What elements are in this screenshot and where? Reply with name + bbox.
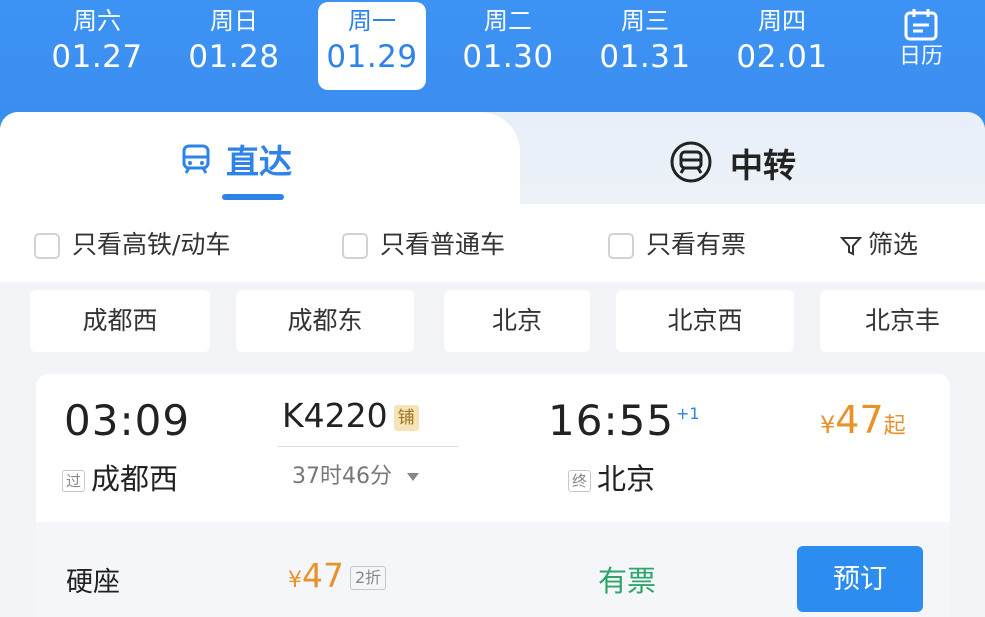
arrive-time: 16:55 [548, 396, 675, 445]
seat-row: 硬座 ¥47 2折 有票 预订 [36, 522, 950, 617]
book-button[interactable]: 预订 [797, 546, 923, 612]
date-value: 01.31 [599, 39, 691, 75]
results-panel: 直达 中转 只看高铁/动车 只看普通车 只看有票 筛选 成都西 成都东 北京 北… [0, 112, 985, 617]
date-value: 02.01 [736, 39, 828, 75]
train-number: K4220 铺 [282, 396, 419, 435]
date-weekday: 周二 [484, 7, 532, 35]
date-value: 01.30 [462, 39, 554, 75]
date-value: 01.27 [51, 39, 143, 75]
date-weekday: 周四 [758, 7, 806, 35]
checkbox-box [608, 233, 634, 259]
tab-direct-label: 直达 [226, 142, 292, 181]
tab-transfer[interactable]: 中转 [666, 140, 796, 195]
date-value: 01.29 [326, 39, 418, 75]
checkbox-box [342, 233, 368, 259]
next-day-marker: +1 [676, 404, 700, 423]
seat-type: 硬座 [66, 567, 120, 598]
station-chips: 成都西 成都东 北京 北京西 北京丰 [0, 282, 985, 372]
station-chip[interactable]: 成都西 [30, 290, 210, 352]
currency-symbol: ¥ [288, 568, 302, 593]
calendar-button[interactable]: 日历 [876, 8, 966, 72]
depart-station: 过成都西 [62, 456, 178, 498]
normal-train-checkbox[interactable]: 只看普通车 [342, 228, 505, 262]
currency-symbol: ¥ [820, 411, 836, 439]
calendar-label: 日历 [898, 44, 943, 69]
station-chip[interactable]: 北京西 [616, 290, 794, 352]
station-chip[interactable]: 北京 [444, 290, 590, 352]
duration-line [278, 446, 458, 447]
duration-toggle[interactable]: 37时46分 [292, 458, 421, 490]
price-value: 47 [835, 398, 884, 442]
date-value: 01.28 [188, 39, 280, 75]
date-weekday: 周三 [621, 7, 669, 35]
sleeper-badge: 铺 [393, 404, 419, 431]
date-bar: 周六 01.27 周日 01.28 周一 01.29 周二 01.30 周三 0… [0, 0, 985, 118]
date-item[interactable]: 周六 01.27 [42, 6, 152, 78]
arrive-station: 终北京 [568, 456, 655, 498]
date-item-selected[interactable]: 周一 01.29 [318, 2, 426, 90]
date-weekday: 周六 [73, 7, 121, 35]
availability-status: 有票 [598, 564, 657, 598]
calendar-icon [904, 9, 938, 41]
terminal-badge: 终 [568, 470, 592, 492]
arrive-station-name: 北京 [597, 462, 656, 496]
date-item[interactable]: 周日 01.28 [179, 6, 289, 78]
seat-price-value: 47 [302, 556, 344, 595]
date-item[interactable]: 周三 01.31 [590, 6, 700, 78]
depart-station-name: 成都西 [91, 462, 179, 496]
available-checkbox[interactable]: 只看有票 [608, 228, 746, 262]
filter-bar: 只看高铁/动车 只看普通车 只看有票 筛选 [0, 204, 985, 282]
duration-text: 37时46分 [292, 464, 392, 489]
train-card[interactable]: 03:09 过成都西 K4220 铺 37时46分 16:55 +1 终北京 ¥4… [36, 374, 950, 617]
station-chip[interactable]: 北京丰 [820, 290, 985, 352]
train-number-text: K4220 [282, 396, 388, 435]
filter-button[interactable]: 筛选 [839, 228, 919, 262]
tab-transfer-label: 中转 [730, 146, 796, 185]
station-chip[interactable]: 成都东 [236, 290, 414, 352]
high-speed-checkbox[interactable]: 只看高铁/动车 [34, 228, 230, 262]
tab-direct[interactable]: 直达 [180, 140, 292, 186]
tab-active-indicator [222, 194, 284, 200]
seat-price: ¥47 2折 [288, 556, 387, 595]
transfer-train-icon [666, 140, 716, 195]
caret-down-icon [407, 473, 419, 481]
funnel-icon [839, 237, 863, 256]
discount-badge: 2折 [350, 565, 387, 590]
checkbox-box [34, 233, 60, 259]
date-weekday: 周一 [348, 7, 396, 35]
checkbox-label: 只看高铁/动车 [72, 230, 231, 259]
route-tabs: 直达 中转 [0, 112, 985, 204]
train-icon [180, 142, 212, 186]
checkbox-label: 只看普通车 [380, 230, 506, 259]
date-item[interactable]: 周二 01.30 [453, 6, 563, 78]
date-weekday: 周日 [210, 7, 258, 35]
pass-badge: 过 [62, 470, 86, 492]
min-price: ¥47起 [820, 398, 906, 442]
depart-time: 03:09 [64, 396, 191, 445]
date-item[interactable]: 周四 02.01 [727, 6, 837, 78]
price-suffix: 起 [883, 414, 906, 439]
checkbox-label: 只看有票 [646, 230, 747, 259]
filter-label: 筛选 [868, 230, 919, 259]
